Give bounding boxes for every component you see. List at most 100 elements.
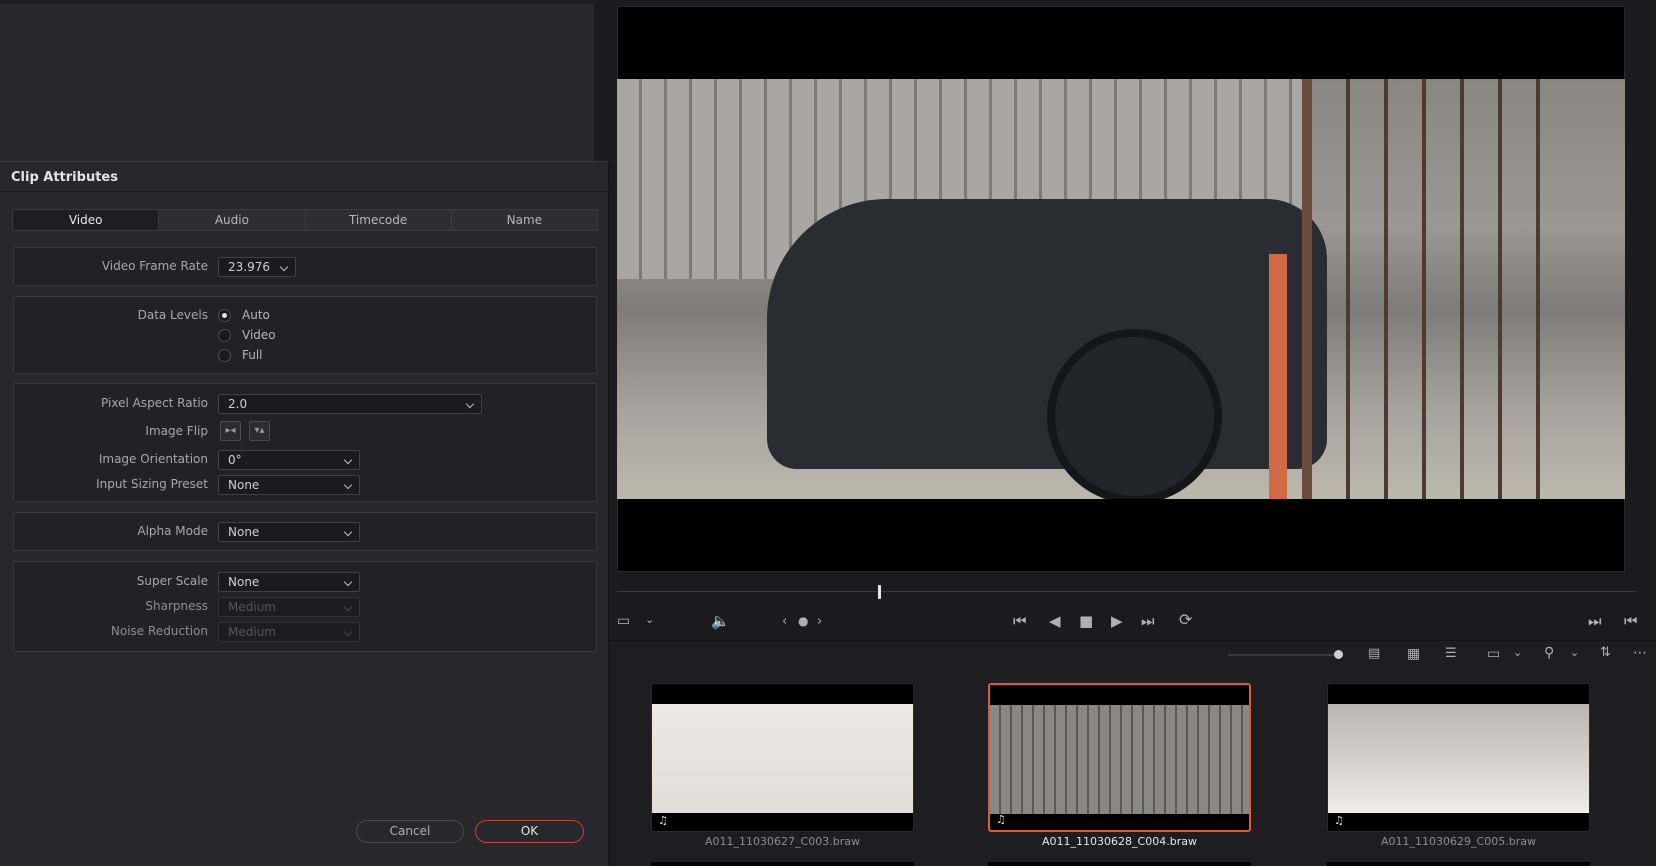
data-levels-group: Data Levels Auto Video Full xyxy=(13,296,597,374)
super-scale-value: None xyxy=(228,575,260,589)
title-divider xyxy=(0,191,609,192)
alpha-mode-dropdown[interactable]: None xyxy=(218,522,360,542)
next-marker-icon[interactable]: › xyxy=(817,614,822,630)
image-flip-label: Image Flip xyxy=(145,424,208,438)
radio-label: Full xyxy=(242,348,263,362)
chevron-down-icon xyxy=(279,262,289,272)
alpha-mode-value: None xyxy=(228,525,260,539)
chevron-down-icon xyxy=(343,577,353,587)
viewer-frame-image xyxy=(617,79,1625,499)
flip-vertical-icon: ▾▴ xyxy=(254,425,265,436)
thumbnail-size-slider-knob[interactable] xyxy=(1334,650,1343,659)
loop-icon[interactable]: ⟳ xyxy=(1179,612,1192,628)
stop-icon[interactable]: ■ xyxy=(1079,613,1093,629)
thumbnail-image xyxy=(990,705,1249,814)
clip-thumbnail-partial[interactable] xyxy=(651,862,914,866)
metadata-view-icon[interactable]: ▤ xyxy=(1368,646,1380,662)
playhead[interactable] xyxy=(878,585,881,599)
go-to-start-icon[interactable]: ⏮ xyxy=(1624,613,1638,629)
sharpness-label: Sharpness xyxy=(145,599,208,613)
scrubber-track[interactable] xyxy=(617,591,1637,592)
clip-attributes-dialog: Clip Attributes Video Audio Timecode Nam… xyxy=(0,161,609,866)
audio-note-icon: ♫ xyxy=(996,813,1006,826)
flip-vertical-button[interactable]: ▾▴ xyxy=(249,421,270,441)
chevron-down-icon xyxy=(343,527,353,537)
clip-thumbnail-partial[interactable] xyxy=(1327,862,1590,866)
audio-note-icon: ♫ xyxy=(1334,814,1344,827)
left-panel-header xyxy=(0,0,595,4)
clip-thumbnail[interactable]: ♫ xyxy=(651,683,914,832)
chevron-down-icon[interactable]: ⌄ xyxy=(645,612,654,628)
tab-bar: Video Audio Timecode Name xyxy=(12,209,598,231)
prev-marker-icon[interactable]: ‹ xyxy=(782,614,787,630)
marker-dot-icon[interactable]: ● xyxy=(798,613,808,629)
speaker-icon[interactable]: 🔈 xyxy=(711,613,730,629)
pixel-group: Pixel Aspect Ratio 2.0 Image Flip ▸◂ ▾▴ … xyxy=(13,383,597,502)
ok-button[interactable]: OK xyxy=(475,820,584,843)
tab-audio[interactable]: Audio xyxy=(159,210,306,230)
clip-thumbnail-selected[interactable]: ♫ xyxy=(988,683,1251,832)
tab-timecode[interactable]: Timecode xyxy=(306,210,452,230)
clip-thumbnail-partial[interactable] xyxy=(988,862,1251,866)
skip-start-icon[interactable]: ⏮ xyxy=(1013,613,1027,629)
tab-name[interactable]: Name xyxy=(452,210,597,230)
input-sizing-preset-value: None xyxy=(228,478,260,492)
traffic-pole-shape xyxy=(1269,254,1287,499)
alpha-group: Alpha Mode None xyxy=(13,512,597,551)
clip-name: A011_11030629_C005.braw xyxy=(1381,835,1536,848)
chevron-down-icon xyxy=(343,480,353,490)
clip-name: A011_11030628_C004.braw xyxy=(1042,835,1197,848)
play-icon[interactable]: ▶ xyxy=(1111,613,1123,629)
thumbnail-size-slider[interactable] xyxy=(1228,654,1338,656)
search-icon[interactable]: ⚲ xyxy=(1544,645,1554,661)
film-icon[interactable]: ▭ xyxy=(617,613,630,629)
video-frame-rate-value: 23.976 xyxy=(228,260,270,274)
radio-selected-icon xyxy=(218,308,231,322)
pixel-aspect-ratio-value: 2.0 xyxy=(228,397,248,411)
radio-icon xyxy=(218,348,231,362)
sharpness-value: Medium xyxy=(228,600,276,614)
video-frame-rate-dropdown[interactable]: 23.976 xyxy=(218,257,296,277)
data-levels-video-radio[interactable]: Video xyxy=(218,328,276,342)
gate-shape xyxy=(1302,79,1562,499)
audio-note-icon: ♫ xyxy=(658,814,668,827)
more-icon[interactable]: ⋯ xyxy=(1633,645,1647,661)
flip-horizontal-button[interactable]: ▸◂ xyxy=(220,421,241,441)
data-levels-label: Data Levels xyxy=(137,308,208,322)
go-to-end-icon[interactable]: ⏭ xyxy=(1588,613,1602,629)
data-levels-full-radio[interactable]: Full xyxy=(218,348,263,362)
thumbnail-view-icon[interactable]: ▦ xyxy=(1407,646,1420,662)
input-sizing-preset-label: Input Sizing Preset xyxy=(96,477,208,491)
chevron-down-icon[interactable]: ⌄ xyxy=(1513,645,1522,661)
video-frame-rate-label: Video Frame Rate xyxy=(101,259,208,273)
sort-icon[interactable]: ⇅ xyxy=(1600,645,1611,661)
tab-video[interactable]: Video xyxy=(13,210,160,230)
super-scale-dropdown[interactable]: None xyxy=(218,572,360,592)
cancel-button[interactable]: Cancel xyxy=(356,820,464,843)
data-levels-auto-radio[interactable]: Auto xyxy=(218,308,270,322)
radio-label: Auto xyxy=(242,308,270,322)
noise-reduction-dropdown: Medium xyxy=(218,622,360,642)
step-back-icon[interactable]: ◀ xyxy=(1049,613,1061,629)
chevron-down-icon xyxy=(343,455,353,465)
skip-end-icon[interactable]: ⏭ xyxy=(1141,613,1155,629)
noise-reduction-value: Medium xyxy=(228,625,276,639)
image-orientation-dropdown[interactable]: 0° xyxy=(218,450,360,470)
clip-thumbnail[interactable]: ♫ xyxy=(1327,683,1590,832)
chevron-down-icon xyxy=(465,399,475,409)
chevron-down-icon[interactable]: ⌄ xyxy=(1570,645,1579,661)
super-scale-label: Super Scale xyxy=(136,574,208,588)
pixel-aspect-ratio-dropdown[interactable]: 2.0 xyxy=(218,394,482,414)
list-view-icon[interactable]: ☰ xyxy=(1445,646,1457,662)
pixel-aspect-ratio-label: Pixel Aspect Ratio xyxy=(101,396,208,410)
alpha-mode-label: Alpha Mode xyxy=(137,524,208,538)
super-scale-group: Super Scale None Sharpness Medium Noise … xyxy=(13,561,597,652)
radio-label: Video xyxy=(242,328,276,342)
aspect-icon[interactable]: ▭ xyxy=(1487,646,1500,662)
radio-icon xyxy=(218,328,231,342)
input-sizing-preset-dropdown[interactable]: None xyxy=(218,475,360,495)
clip-name: A011_11030627_C003.braw xyxy=(705,835,860,848)
wheel-shape xyxy=(1047,329,1222,499)
dialog-title: Clip Attributes xyxy=(11,170,118,185)
thumbnail-image xyxy=(652,704,913,813)
